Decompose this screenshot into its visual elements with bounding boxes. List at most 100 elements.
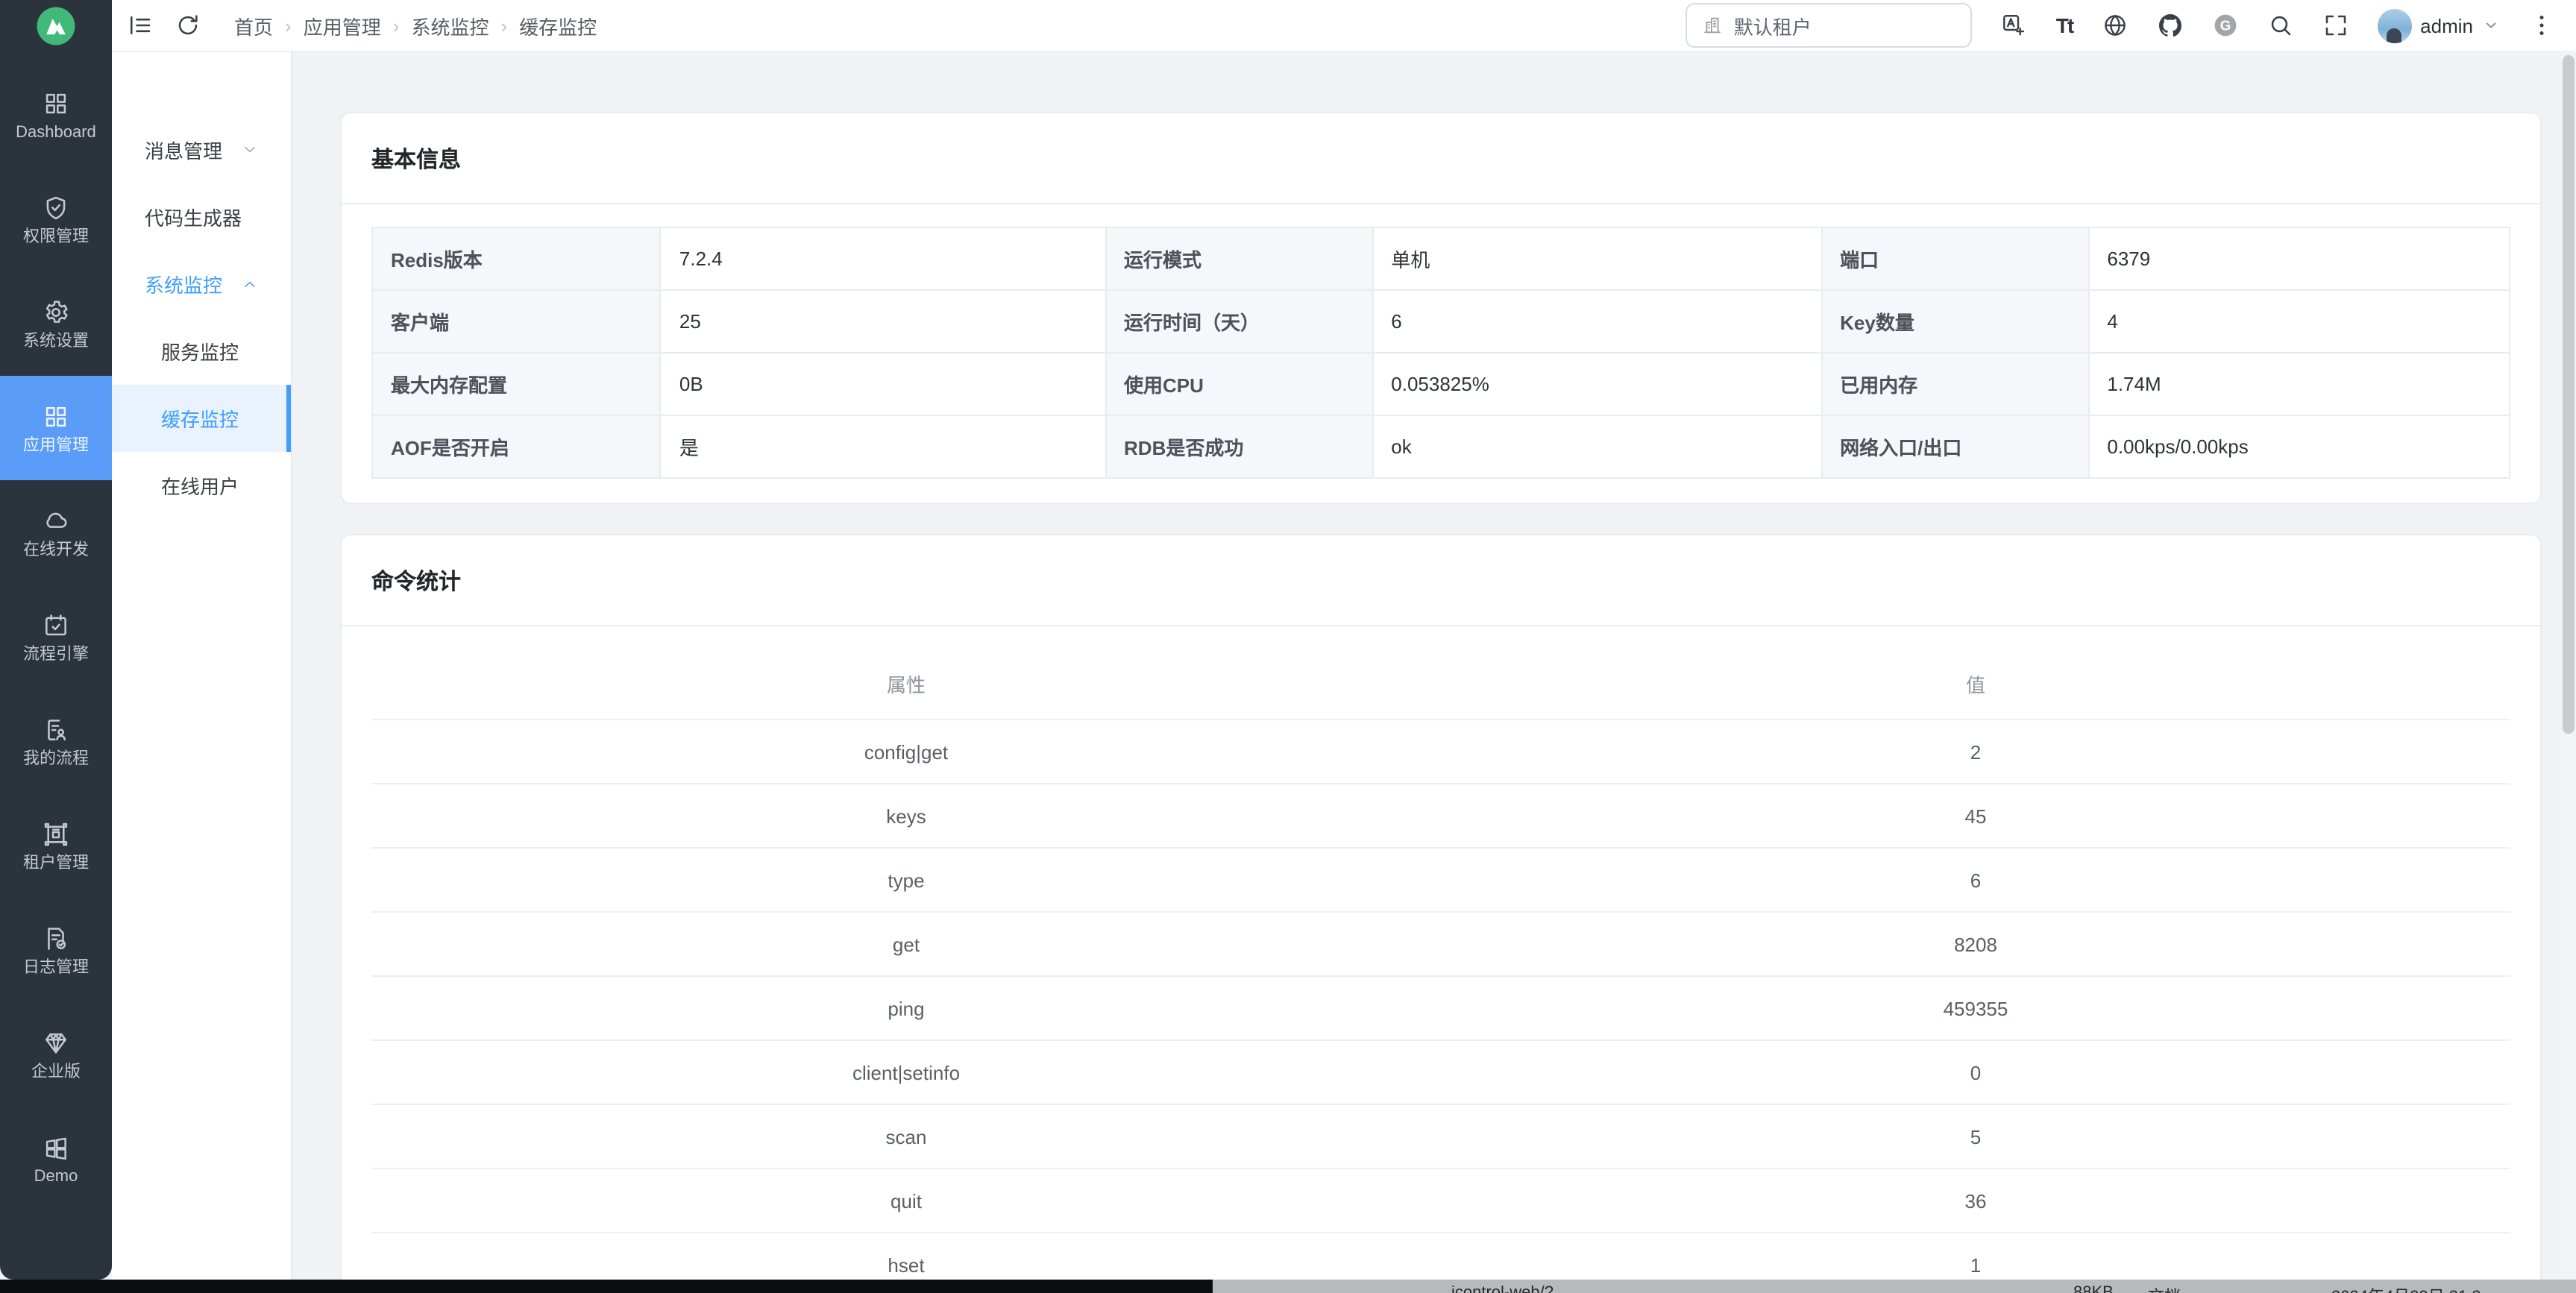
sidebar-item-label: 系统设置 (23, 333, 89, 350)
stat-value: 0 (1441, 1040, 2510, 1104)
sidebar-item-permission[interactable]: 权限管理 (0, 167, 112, 271)
sidebar-item-app-management[interactable]: 应用管理 (0, 376, 112, 480)
sidebar-item-label: 我的流程 (23, 751, 89, 767)
menu-item-cache-monitor[interactable]: 缓存监控 (112, 385, 291, 452)
breadcrumb-item[interactable]: 系统监控 (411, 11, 489, 40)
scrollbar-track[interactable] (2561, 51, 2576, 1280)
body-row: 消息管理代码生成器系统监控服务监控缓存监控在线用户 基本信息 R (112, 52, 2576, 1280)
topbar: 首页›应用管理›系统监控›缓存监控 默认租户 (112, 0, 2576, 52)
stat-value: 5 (1441, 1104, 2510, 1168)
avatar[interactable] (2377, 8, 2411, 43)
scrollbar-thumb[interactable] (2563, 55, 2575, 734)
github-icon[interactable] (2156, 12, 2183, 39)
tenant-value: 默认租户 (1734, 11, 1812, 40)
breadcrumb-item[interactable]: 缓存监控 (519, 11, 597, 40)
clipped-window-bar-light: icontrol-web/?88KB文档2024年4月22日 21:3 (1213, 1280, 2576, 1293)
clipped-window-bar: icontrol-web/?88KB文档2024年4月22日 21:3 (0, 1280, 2576, 1293)
info-label: 网络入口/出口 (1821, 415, 2088, 478)
sidebar-item-label: Demo (34, 1168, 78, 1185)
stat-value: 459355 (1441, 976, 2510, 1040)
chevron-up-icon (242, 276, 258, 292)
stat-value: 6 (1441, 848, 2510, 912)
sidebar-item-online-dev[interactable]: 在线开发 (0, 480, 112, 585)
info-value: 0.053825% (1372, 353, 1821, 415)
windows-icon (42, 1133, 70, 1161)
info-label: Key数量 (1821, 290, 2088, 353)
doccheck-icon (42, 924, 70, 952)
info-row: Redis版本7.2.4运行模式单机端口6379 (372, 227, 2510, 290)
font-size-icon[interactable]: Tt (2056, 15, 2073, 36)
sidebar-item-demo[interactable]: Demo (0, 1107, 112, 1211)
breadcrumb-item[interactable]: 首页 (234, 11, 273, 40)
stats-row: keys45 (371, 784, 2510, 848)
breadcrumb-item[interactable]: 应用管理 (304, 11, 381, 40)
stat-name: scan (371, 1104, 1441, 1168)
info-row: 最大内存配置0B使用CPU0.053825%已用内存1.74M (372, 353, 2510, 415)
menu-item-label: 系统监控 (145, 270, 222, 298)
stat-value: 45 (1441, 784, 2510, 848)
refresh-icon[interactable] (175, 12, 201, 39)
fullscreen-icon[interactable] (2322, 12, 2349, 39)
menu-item-label: 服务监控 (161, 337, 239, 365)
secondary-menu: 消息管理代码生成器系统监控服务监控缓存监控在线用户 (112, 52, 292, 1280)
breadcrumb: 首页›应用管理›系统监控›缓存监控 (234, 11, 597, 40)
sidebar-item-label: 权限管理 (23, 229, 89, 245)
stats-tbody: config|get2keys45type6get8208ping459355c… (371, 720, 2510, 1280)
breadcrumb-separator-icon: › (500, 14, 507, 37)
tenant-select[interactable]: 默认租户 (1686, 3, 1973, 48)
command-stats-card: 命令统计 属性 值 config|get2keys45type6get8208p… (340, 534, 2542, 1280)
menu-item-code-generator[interactable]: 代码生成器 (112, 183, 291, 251)
main-column: 首页›应用管理›系统监控›缓存监控 默认租户 (112, 0, 2576, 1280)
sidebar-item-log-management[interactable]: 日志管理 (0, 898, 112, 1002)
svg-text:G: G (2220, 18, 2231, 34)
sidebar-item-enterprise[interactable]: 企业版 (0, 1002, 112, 1107)
menu-item-online-users[interactable]: 在线用户 (112, 452, 291, 519)
stats-header-row: 属性 值 (371, 647, 2510, 720)
stat-name: hset (371, 1233, 1441, 1280)
info-value: 4 (2088, 290, 2510, 353)
sidebar-item-my-workflow[interactable]: 我的流程 (0, 689, 112, 793)
grid-icon (42, 402, 70, 430)
stat-value: 1 (1441, 1233, 2510, 1280)
info-label: Redis版本 (372, 227, 661, 290)
clipped-text-fragment: icontrol-web/? (1451, 1284, 1554, 1293)
translate-icon[interactable] (2001, 12, 2028, 39)
sidebar-item-dashboard[interactable]: Dashboard (0, 63, 112, 167)
sidebar-item-workflow-engine[interactable]: 流程引擎 (0, 585, 112, 689)
stat-name: ping (371, 976, 1441, 1040)
language-globe-icon[interactable] (2101, 12, 2128, 39)
menu-item-message-management[interactable]: 消息管理 (112, 116, 291, 183)
search-icon[interactable] (2266, 12, 2293, 39)
chevron-down-icon (2482, 16, 2500, 34)
collapse-menu-icon[interactable] (127, 12, 154, 39)
app-logo[interactable] (36, 6, 76, 46)
sidebar-item-label: 流程引擎 (23, 646, 89, 663)
menu-item-system-monitor[interactable]: 系统监控 (112, 251, 291, 318)
stats-row: scan5 (371, 1104, 2510, 1168)
menu-item-service-monitor[interactable]: 服务监控 (112, 318, 291, 385)
kebab-menu-icon[interactable] (2528, 12, 2555, 39)
menu-item-label: 缓存监控 (161, 404, 239, 432)
topbar-left: 首页›应用管理›系统监控›缓存监控 (127, 11, 597, 40)
user-menu[interactable]: admin (2377, 8, 2500, 43)
gitee-icon[interactable]: G (2211, 12, 2238, 39)
stats-col-attribute: 属性 (371, 647, 1441, 720)
sidebar-item-label: 企业版 (31, 1064, 81, 1080)
stat-name: client|setinfo (371, 1040, 1441, 1104)
building-icon (1703, 15, 1724, 36)
info-value: 0B (661, 353, 1105, 415)
basic-info-title: 基本信息 (342, 113, 2540, 204)
sidebar-item-label: 日志管理 (23, 960, 89, 976)
info-label: 运行时间（天） (1105, 290, 1372, 353)
stat-name: quit (371, 1168, 1441, 1233)
sidebar-item-label: 应用管理 (23, 438, 89, 454)
grid-icon (42, 89, 70, 117)
docuser-icon (42, 715, 70, 743)
app-chrome: Dashboard权限管理系统设置应用管理在线开发流程引擎我的流程租户管理日志管… (0, 0, 2576, 1280)
sidebar-items: Dashboard 权限管理系统设置应用管理在线开发流程引擎我的流程租户管理日志管… (0, 63, 112, 1211)
sidebar-item-label: 租户管理 (23, 855, 89, 872)
sidebar-item-system-settings[interactable]: 系统设置 (0, 271, 112, 376)
stats-row: ping459355 (371, 976, 2510, 1040)
sidebar-item-tenant-management[interactable]: 租户管理 (0, 793, 112, 898)
info-row: AOF是否开启是RDB是否成功ok网络入口/出口0.00kps/0.00kps (372, 415, 2510, 478)
